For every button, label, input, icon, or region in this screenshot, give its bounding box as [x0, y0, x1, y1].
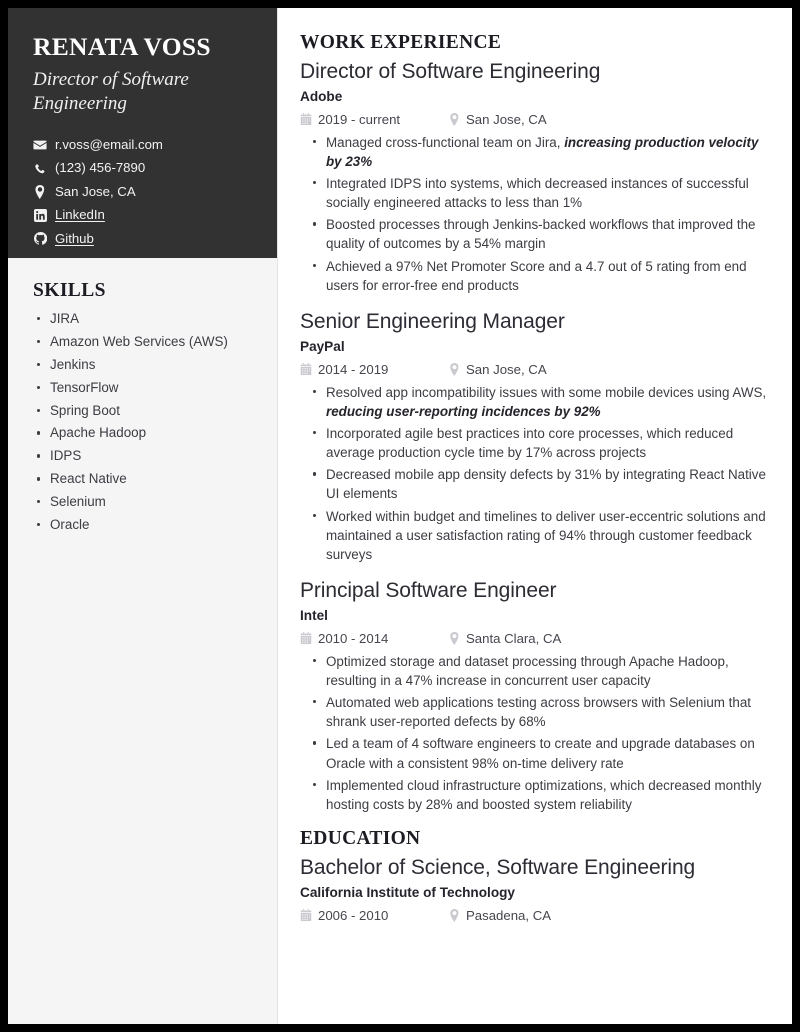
- list-item: Selenium: [33, 492, 255, 512]
- list-item: Integrated IDPS into systems, which decr…: [300, 174, 770, 212]
- job-location-label: San Jose, CA: [466, 361, 547, 377]
- school-location: Pasadena, CA: [448, 905, 551, 926]
- list-item: Oracle: [33, 515, 255, 535]
- responsibility-list: Resolved app incompatibility issues with…: [300, 383, 770, 564]
- list-item: Apache Hadoop: [33, 423, 255, 443]
- date-range-label: 2014 - 2019: [318, 361, 389, 377]
- contact-github-label: Github: [55, 230, 94, 246]
- job-location: San Jose, CA: [448, 109, 547, 130]
- map-pin-icon: [448, 112, 460, 126]
- skills-section: SKILLS JIRA Amazon Web Services (AWS) Je…: [8, 258, 277, 1024]
- list-item: Boosted processes through Jenkins-backed…: [300, 215, 770, 253]
- entry-meta: 2019 - current San Jose, CA: [300, 109, 770, 130]
- list-item: Led a team of 4 software engineers to cr…: [300, 734, 770, 772]
- list-item: IDPS: [33, 446, 255, 466]
- list-item: TensorFlow: [33, 378, 255, 398]
- list-item: JIRA: [33, 309, 255, 329]
- contact-email-label: r.voss@email.com: [55, 136, 163, 152]
- company-name: Adobe: [300, 88, 343, 104]
- list-item: Amazon Web Services (AWS): [33, 332, 255, 352]
- profile-header: RENATA VOSS Director of Software Enginee…: [8, 8, 277, 258]
- work-entry: Director of Software Engineering Adobe 2…: [300, 59, 770, 295]
- job-title: Director of Software Engineering: [300, 60, 601, 83]
- list-item: Automated web applications testing acros…: [300, 693, 770, 731]
- calendar-icon: [300, 113, 312, 126]
- github-icon: [33, 232, 47, 246]
- list-item: Decreased mobile app density defects by …: [300, 465, 770, 503]
- job-title: Principal Software Engineer: [300, 579, 557, 603]
- work-experience-heading: WORK EXPERIENCE: [300, 32, 502, 53]
- company-name: PayPal: [300, 338, 345, 354]
- entry-meta: 2006 - 2010 Pasadena, CA: [300, 905, 770, 926]
- contact-linkedin-label: LinkedIn: [55, 207, 105, 223]
- list-item: Spring Boot: [33, 401, 255, 421]
- date-range-label: 2010 - 2014: [318, 630, 389, 646]
- date-range: 2019 - current: [300, 109, 448, 130]
- resume-page: RENATA VOSS Director of Software Enginee…: [0, 0, 800, 1032]
- phone-icon: [33, 161, 47, 175]
- linkedin-icon: [33, 208, 47, 222]
- entry-meta: 2014 - 2019 San Jose, CA: [300, 359, 770, 380]
- map-pin-icon: [448, 631, 460, 645]
- date-range: 2014 - 2019: [300, 359, 448, 380]
- school-name: California Institute of Technology: [300, 884, 515, 900]
- company-name: Intel: [300, 607, 328, 623]
- resume-sheet: RENATA VOSS Director of Software Enginee…: [8, 8, 792, 1024]
- list-item: Incorporated agile best practices into c…: [300, 424, 770, 462]
- contact-location-label: San Jose, CA: [55, 183, 136, 199]
- sidebar: RENATA VOSS Director of Software Enginee…: [8, 8, 278, 1024]
- map-pin-icon: [448, 908, 460, 922]
- candidate-name: RENATA VOSS: [33, 32, 211, 61]
- list-item: Worked within budget and timelines to de…: [300, 507, 770, 564]
- date-range: 2010 - 2014: [300, 628, 448, 649]
- contact-phone[interactable]: (123) 456-7890: [33, 158, 255, 178]
- date-range-label: 2019 - current: [318, 111, 401, 127]
- list-item: Achieved a 97% Net Promoter Score and a …: [300, 257, 770, 295]
- contact-phone-label: (123) 456-7890: [55, 160, 146, 176]
- work-experience-section: WORK EXPERIENCE Director of Software Eng…: [300, 32, 770, 814]
- main-content: WORK EXPERIENCE Director of Software Eng…: [278, 8, 792, 1024]
- list-item: Jenkins: [33, 355, 255, 375]
- list-item: Managed cross-functional team on Jira, i…: [300, 133, 770, 171]
- education-section: EDUCATION Bachelor of Science, Software …: [300, 828, 770, 926]
- contact-github[interactable]: Github: [33, 229, 255, 249]
- map-pin-icon: [448, 362, 460, 376]
- list-item: React Native: [33, 469, 255, 489]
- skills-heading: SKILLS: [33, 280, 106, 301]
- contact-email[interactable]: r.voss@email.com: [33, 135, 255, 155]
- list-item: Optimized storage and dataset processing…: [300, 652, 770, 690]
- calendar-icon: [300, 363, 312, 376]
- responsibility-list: Optimized storage and dataset processing…: [300, 652, 770, 814]
- education-heading: EDUCATION: [300, 828, 421, 850]
- skills-list: JIRA Amazon Web Services (AWS) Jenkins T…: [33, 309, 255, 535]
- contact-linkedin[interactable]: LinkedIn: [33, 205, 255, 225]
- job-location-label: Santa Clara, CA: [466, 630, 562, 646]
- calendar-icon: [300, 632, 312, 645]
- candidate-title: Director of Software Engineering: [33, 69, 189, 115]
- job-location: Santa Clara, CA: [448, 628, 561, 649]
- contact-list: r.voss@email.com (123) 456-7890 San Jose…: [33, 135, 255, 249]
- work-entry: Senior Engineering Manager PayPal 2014 -…: [300, 309, 770, 564]
- work-entry: Principal Software Engineer Intel 2010 -…: [300, 578, 770, 814]
- map-pin-icon: [33, 184, 47, 199]
- job-location-label: San Jose, CA: [466, 111, 547, 127]
- calendar-icon: [300, 909, 312, 922]
- contact-location: San Jose, CA: [33, 182, 255, 202]
- degree-title: Bachelor of Science, Software Engineerin…: [300, 856, 696, 880]
- entry-meta: 2010 - 2014 Santa Clara, CA: [300, 628, 770, 649]
- list-item: Resolved app incompatibility issues with…: [300, 383, 770, 421]
- job-location: San Jose, CA: [448, 359, 547, 380]
- envelope-icon: [33, 138, 47, 152]
- responsibility-list: Managed cross-functional team on Jira, i…: [300, 133, 770, 295]
- job-title: Senior Engineering Manager: [300, 309, 565, 333]
- list-item: Implemented cloud infrastructure optimiz…: [300, 776, 770, 814]
- date-range: 2006 - 2010: [300, 905, 448, 926]
- school-location-label: Pasadena, CA: [466, 907, 552, 923]
- date-range-label: 2006 - 2010: [318, 907, 389, 923]
- education-entry: Bachelor of Science, Software Engineerin…: [300, 855, 770, 926]
